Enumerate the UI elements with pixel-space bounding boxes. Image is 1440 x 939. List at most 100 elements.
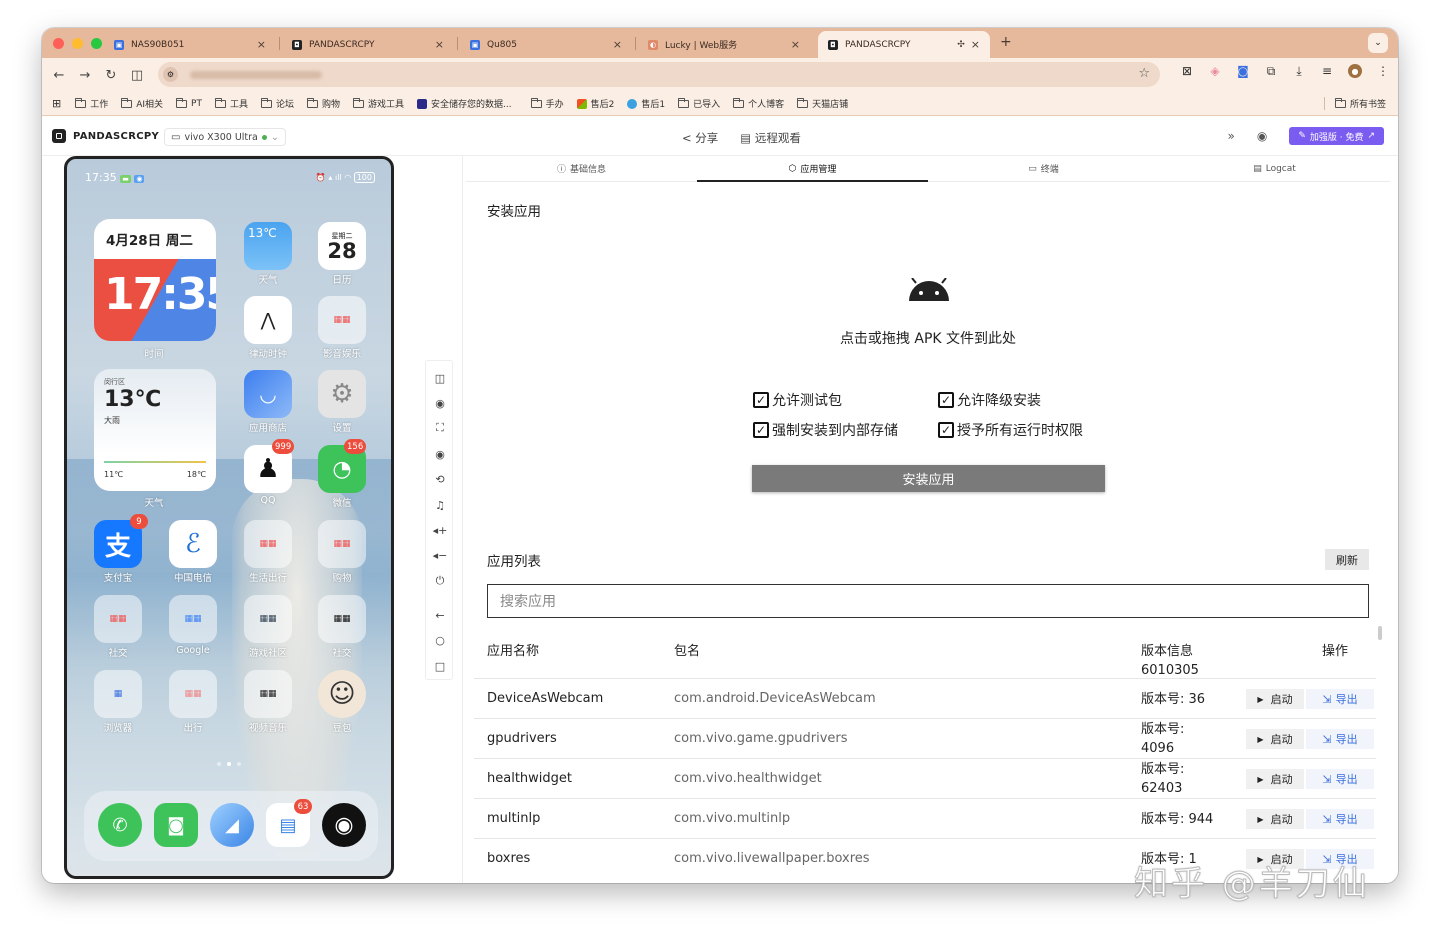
minimize-window-button[interactable] [72,38,83,49]
tab-close-icon[interactable]: × [791,38,800,51]
weather-app-icon[interactable]: 13℃ [244,222,292,270]
browser-tab[interactable]: ▣ NAS90B051 × [104,31,276,58]
allow-test-checkbox[interactable]: ✓ 允许测试包 [753,390,842,410]
zoom-window-button[interactable] [91,38,102,49]
site-info-icon[interactable]: ⚙ [163,67,178,82]
screenshot-icon[interactable]: ◫ [426,369,454,387]
forward-icon[interactable]: → [72,68,98,83]
bookmark-folder[interactable]: 游戏工具 [353,97,404,110]
reading-list-icon[interactable]: ≡ [1320,64,1334,78]
clock-app-icon[interactable]: ⋀ [244,296,292,344]
browser-app-icon[interactable]: ◢ [210,803,254,847]
browser-tab-active[interactable]: ◘ PANDASCRCPY ✣ × [818,31,990,58]
power-icon[interactable]: ⏻ [426,572,454,590]
export-app-button[interactable]: ⇲ 导出 [1306,769,1374,789]
bookmark-folder[interactable]: 论坛 [261,97,294,110]
back-nav-icon[interactable]: ← [426,606,454,624]
shopping-folder-icon[interactable]: ▦▦ [318,520,366,568]
all-bookmarks[interactable]: 所有书签 [1323,97,1386,110]
life-folder-icon[interactable]: ▦▦ [244,520,292,568]
volume-down-icon[interactable]: ◂− [426,546,454,564]
game-folder-icon[interactable]: ▦▦ [244,595,292,643]
bookmark-folder[interactable]: 天猫店铺 [797,97,848,110]
tab-app-management[interactable]: ⬡ 应用管理 [697,156,928,182]
refresh-button[interactable]: 刷新 [1325,549,1369,570]
video-music-folder-icon[interactable]: ▦▦ [244,670,292,718]
bookmark-link[interactable]: 售后2 [576,97,614,110]
split-view-icon[interactable]: ◫ [124,68,150,83]
china-telecom-icon[interactable]: ℰ [169,520,217,568]
bookmark-folder[interactable]: 工作 [75,97,108,110]
apps-grid-icon[interactable]: ⊞ [52,97,61,110]
plus-edition-button[interactable]: ✎ 加强版 · 免费 ↗ [1289,127,1384,145]
browser-tab[interactable]: ◐ Lucky | Web服务 × [638,31,810,58]
extension-icon[interactable]: ◈ [1208,64,1222,78]
menu-kebab-icon[interactable]: ⋮ [1376,64,1390,78]
reload-icon[interactable]: ↻ [98,68,124,83]
tab-terminal[interactable]: ▭ 终端 [928,156,1159,181]
search-input[interactable]: 搜索应用 [487,584,1369,618]
google-folder-icon[interactable]: ▦▦ [169,595,217,643]
record-icon[interactable]: ◉ [426,394,454,412]
social-folder-icon[interactable]: ▦▦ [94,595,142,643]
settings-icon[interactable]: ⚙ [318,370,366,418]
bookmark-folder[interactable]: 手办 [530,97,564,110]
extensions-puzzle-icon[interactable]: ⧉ [1264,64,1278,78]
home-nav-icon[interactable]: ○ [426,631,454,649]
fullscreen-icon[interactable]: ⛶ [426,419,454,437]
phone-call-icon[interactable]: ✆ [98,803,142,847]
social-folder-icon[interactable]: ▦▦ [318,595,366,643]
close-window-button[interactable] [53,38,64,49]
bookmark-folder[interactable]: 工具 [214,97,248,110]
apk-drop-zone[interactable]: 点击或拖拽 APK 文件到此处 [463,328,1392,348]
bookmark-folder[interactable]: PT [176,97,202,109]
media-folder-icon[interactable]: ▦▦ [318,296,366,344]
avatar[interactable]: ● [1348,64,1362,78]
travel-folder-icon[interactable]: ▦▦ [169,670,217,718]
device-selector[interactable]: ▭ vivo X300 Ultra ⌄ [164,128,286,146]
rotate-icon[interactable]: ⟲ [426,470,454,488]
contacts-icon[interactable]: ◙ [154,803,198,847]
camera-icon[interactable]: ◉ [322,803,366,847]
bookmark-link[interactable]: 售后1 [627,97,665,110]
new-tab-button[interactable]: + [1000,34,1012,50]
tab-close-icon[interactable]: × [971,38,980,51]
address-bar[interactable]: ⚙ ☆ [158,62,1160,87]
remote-view-button[interactable]: ▤ 远程观看 [740,130,801,146]
bookmark-folder[interactable]: 已导入 [678,97,720,110]
export-app-button[interactable]: ⇲ 导出 [1306,689,1374,709]
eye-icon[interactable]: ◉ [426,445,454,463]
tab-audio-icon[interactable]: ✣ [957,40,965,50]
tab-search-button[interactable]: ⌄ [1368,33,1388,53]
export-app-button[interactable]: ⇲ 导出 [1306,729,1374,749]
browser-tab[interactable]: ◘ PANDASCRCPY × [282,31,454,58]
bell-icon[interactable]: ♫ [426,496,454,514]
extension-icon[interactable]: ◙ [1236,64,1250,78]
tab-close-icon[interactable]: × [435,38,444,51]
bookmark-folder[interactable]: 购物 [307,97,340,110]
grant-permissions-checkbox[interactable]: ✓ 授予所有运行时权限 [938,420,1083,440]
doubao-app-icon[interactable]: ☺ [318,670,366,718]
download-icon[interactable]: ⤓ [1292,64,1306,78]
phone-screen[interactable]: 17:35 ▬ ◉ ⏰ ▴ ıll ◠ 100 4月28日 周二 17:35 时… [64,156,394,879]
bookmark-folder[interactable]: AI相关 [121,97,163,110]
tab-close-icon[interactable]: × [613,38,622,51]
force-internal-checkbox[interactable]: ✓ 强制安装到内部存储 [753,420,898,440]
back-icon[interactable]: ← [46,68,72,83]
clock-widget[interactable]: 4月28日 周二 17:35 [94,219,216,341]
bookmark-star-icon[interactable]: ☆ [1138,66,1150,81]
recent-apps-icon[interactable]: □ [426,657,454,675]
github-icon[interactable]: ◉ [1257,129,1267,143]
screenshot-icon[interactable]: ⊠ [1180,64,1194,78]
bookmark-folder[interactable]: 个人博客 [733,97,784,110]
start-app-button[interactable]: ▶ 启动 [1246,809,1304,829]
weather-widget[interactable]: 闵行区 13℃ 大雨 11℃ 18℃ [94,369,216,491]
tab-basic-info[interactable]: ⓘ 基础信息 [466,156,697,181]
start-app-button[interactable]: ▶ 启动 [1246,769,1304,789]
share-button[interactable]: < 分享 [682,130,718,146]
tab-logcat[interactable]: ▤ Logcat [1159,156,1390,181]
app-store-icon[interactable]: ◡ [244,370,292,418]
bookmark-link[interactable]: 安全储存您的数据... [417,97,512,110]
collapse-icon[interactable]: » [1227,129,1234,143]
install-app-button[interactable]: 安装应用 [752,465,1105,492]
